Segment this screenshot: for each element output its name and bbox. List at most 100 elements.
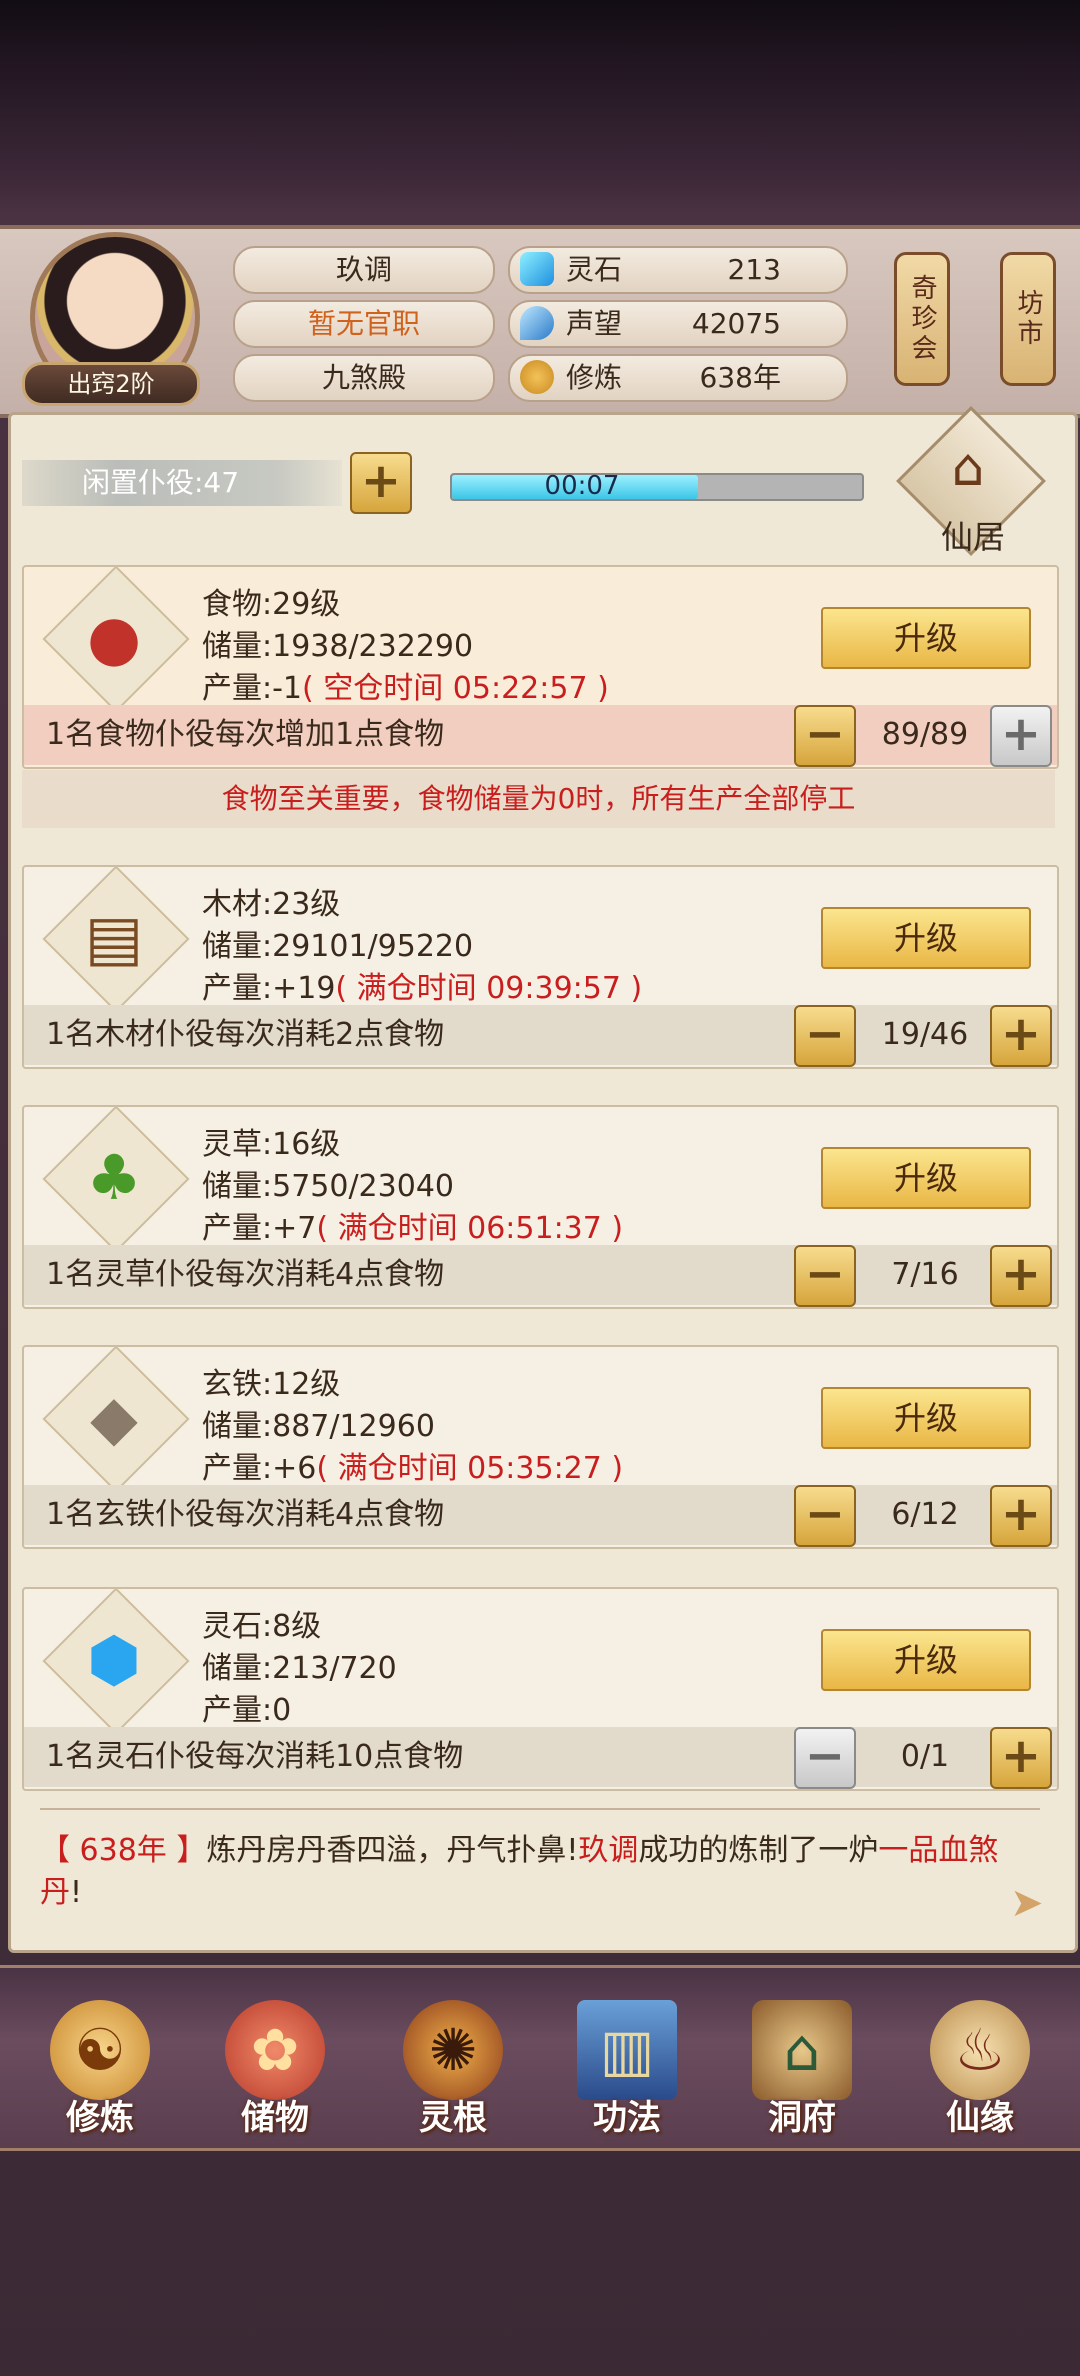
worker-row: 1名灵草仆役每次消耗4点食物 − 7/16 + (24, 1245, 1057, 1307)
resource-prestige: 声望 42075 (508, 300, 848, 348)
card-level: 食物:29级 (202, 587, 341, 622)
card-level: 玄铁:12级 (202, 1367, 341, 1402)
worker-count: 0/1 (900, 1739, 950, 1774)
resource-card-food: ● 食物:29级 储量:1938/232290 产量:-1( 空仓时间 05:2… (22, 565, 1059, 769)
nav-spirit-root[interactable]: ✺ 灵根 (378, 1990, 528, 2140)
card-production: 产量:+7( 满仓时间 06:51:37 ) (202, 1211, 624, 1246)
market-button[interactable]: 坊市 (1000, 252, 1056, 386)
official-title: 暂无官职 (233, 300, 495, 348)
card-level: 木材:23级 (202, 887, 341, 922)
decrease-worker-button[interactable]: − (794, 1005, 856, 1067)
worker-description: 1名木材仆役每次消耗2点食物 (46, 1017, 445, 1052)
gourd-icon: ♨ (930, 2000, 1030, 2100)
decrease-worker-button[interactable]: − (794, 1485, 856, 1547)
xianju-label: 仙居 (940, 518, 1005, 556)
card-storage: 储量:29101/95220 (202, 929, 474, 964)
decrease-worker-button[interactable]: − (794, 1245, 856, 1307)
nav-label: 修炼 (66, 2098, 134, 2138)
card-level: 灵石:8级 (202, 1609, 322, 1644)
resource-card-spirit-stone: ⬢ 灵石:8级 储量:213/720 产量:0 升级 1名灵石仆役每次消耗10点… (22, 1587, 1059, 1791)
upgrade-button[interactable]: 升级 (821, 1629, 1031, 1691)
upgrade-button[interactable]: 升级 (821, 1387, 1031, 1449)
pagoda-icon: ⌂ (951, 438, 985, 498)
worker-description: 1名灵石仆役每次消耗10点食物 (46, 1739, 464, 1774)
resource-value: 42075 (691, 307, 781, 340)
event-log: 【 638年 】炼丹房丹香四溢，丹气扑鼻!玖调成功的炼制了一炉一品血煞丹! (40, 1833, 999, 1910)
nav-label: 灵根 (419, 2098, 487, 2138)
resource-cultivation: 修炼 638年 (508, 354, 848, 402)
next-arrow-icon[interactable]: ➤ (1010, 1880, 1044, 1926)
decrease-worker-button[interactable]: − (794, 1727, 856, 1789)
increase-worker-button[interactable]: + (990, 1485, 1052, 1547)
meditation-icon: ☯ (50, 2000, 150, 2100)
bag-icon: ✿ (225, 2000, 325, 2100)
card-storage: 储量:887/12960 (202, 1409, 435, 1444)
worker-description: 1名食物仆役每次增加1点食物 (46, 717, 445, 752)
idle-workers-label: 闲置仆役:47 (22, 460, 342, 506)
nav-label: 仙缘 (946, 2098, 1014, 2138)
resource-card-wood: ▤ 木材:23级 储量:29101/95220 产量:+19( 满仓时间 09:… (22, 865, 1059, 1069)
worker-description: 1名灵草仆役每次消耗4点食物 (46, 1257, 445, 1292)
resource-label: 灵石 (566, 253, 623, 286)
worker-count: 19/46 (881, 1017, 969, 1052)
add-idle-worker-button[interactable]: + (350, 452, 412, 514)
card-production: 产量:+19( 满仓时间 09:39:57 ) (202, 971, 643, 1006)
worker-row: 1名灵石仆役每次消耗10点食物 − 0/1 + (24, 1727, 1057, 1789)
increase-worker-button[interactable]: + (990, 1245, 1052, 1307)
upgrade-button[interactable]: 升级 (821, 1147, 1031, 1209)
resource-label: 修炼 (566, 361, 623, 394)
spirit-root-icon: ✺ (403, 2000, 503, 2100)
worker-row: 1名玄铁仆役每次消耗4点食物 − 6/12 + (24, 1485, 1057, 1547)
upgrade-button[interactable]: 升级 (821, 607, 1031, 669)
card-storage: 储量:213/720 (202, 1651, 397, 1686)
nav-label: 功法 (593, 2098, 661, 2138)
nav-storage[interactable]: ✿ 储物 (200, 1990, 350, 2140)
rank-badge: 出窍2阶 (22, 362, 200, 406)
worker-count: 6/12 (891, 1497, 959, 1532)
prestige-icon (520, 306, 554, 340)
spirit-stone-icon (520, 252, 554, 286)
worker-count: 89/89 (881, 717, 969, 752)
decrease-worker-button[interactable]: − (794, 705, 856, 767)
card-production: 产量:-1( 空仓时间 05:22:57 ) (202, 671, 609, 706)
increase-worker-button[interactable]: + (990, 1005, 1052, 1067)
resource-card-iron: ◆ 玄铁:12级 储量:887/12960 产量:+6( 满仓时间 05:35:… (22, 1345, 1059, 1549)
worker-count: 7/16 (891, 1257, 959, 1292)
production-timer: 00:07 (450, 471, 864, 501)
book-icon: ▥ (577, 2000, 677, 2100)
divider (40, 1808, 1040, 1810)
nav-cultivation[interactable]: ☯ 修炼 (25, 1990, 175, 2140)
timer-text: 00:07 (544, 471, 620, 501)
nav-label: 洞府 (768, 2098, 836, 2138)
sect-name: 九煞殿 (233, 354, 495, 402)
worker-row: 1名木材仆役每次消耗2点食物 − 19/46 + (24, 1005, 1057, 1067)
nav-techniques[interactable]: ▥ 功法 (552, 1990, 702, 2140)
card-level: 灵草:16级 (202, 1127, 341, 1162)
treasure-auction-button[interactable]: 奇珍会 (894, 252, 950, 386)
resource-value: 213 (727, 253, 781, 286)
iron-ore-icon: ◆ (90, 1380, 138, 1454)
crystal-icon: ⬢ (86, 1622, 142, 1696)
worker-row: 1名食物仆役每次增加1点食物 − 89/89 + (24, 705, 1057, 767)
increase-worker-button[interactable]: + (990, 705, 1052, 767)
resource-spirit-stone: 灵石 213 (508, 246, 848, 294)
card-production: 产量:+6( 满仓时间 05:35:27 ) (202, 1451, 624, 1486)
food-warning: 食物至关重要，食物储量为0时，所有生产全部停工 (22, 770, 1055, 828)
herb-icon: ♣ (86, 1140, 142, 1214)
resource-label: 声望 (566, 307, 623, 340)
nav-label: 储物 (241, 2098, 309, 2138)
meat-icon: ● (86, 600, 142, 674)
card-production: 产量:0 (202, 1693, 292, 1728)
cultivation-icon (520, 360, 554, 394)
nav-cave-mansion[interactable]: ⌂ 洞府 (727, 1990, 877, 2140)
upgrade-button[interactable]: 升级 (821, 907, 1031, 969)
increase-worker-button[interactable]: + (990, 1727, 1052, 1789)
resource-value: 638年 (699, 361, 781, 394)
worker-description: 1名玄铁仆役每次消耗4点食物 (46, 1497, 445, 1532)
resource-card-herb: ♣ 灵草:16级 储量:5750/23040 产量:+7( 满仓时间 06:51… (22, 1105, 1059, 1309)
card-storage: 储量:5750/23040 (202, 1169, 454, 1204)
nav-fate[interactable]: ♨ 仙缘 (905, 1990, 1055, 2140)
player-name: 玖调 (233, 246, 495, 294)
cave-mansion-icon: ⌂ (752, 2000, 852, 2100)
wood-icon: ▤ (84, 900, 144, 974)
